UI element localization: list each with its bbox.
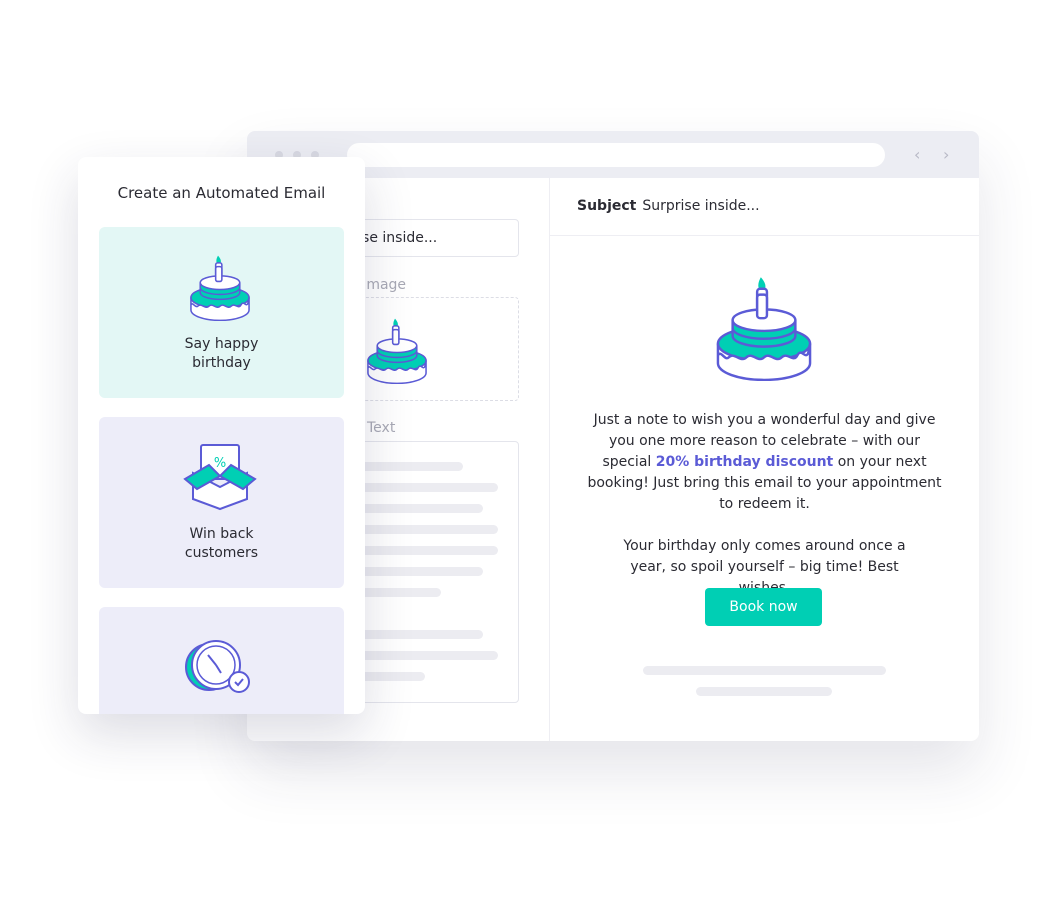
card-label: Win back: [189, 526, 254, 542]
subject-value: Surprise inside...: [642, 198, 760, 214]
panel-title: Create an Automated Email: [117, 184, 326, 202]
birthday-cake-icon: [189, 253, 251, 321]
subject-label: Subject: [577, 198, 637, 214]
forward-arrow-icon[interactable]: ›: [943, 145, 949, 164]
card-say-happy-birthday[interactable]: Say happy birthday: [99, 227, 344, 398]
birthday-cake-icon: [715, 273, 813, 381]
card-label: Say happy: [184, 336, 259, 352]
placeholder-line: [643, 666, 886, 675]
placeholder-line: [696, 687, 832, 696]
card-reminder[interactable]: [99, 607, 344, 714]
card-label: customers: [184, 545, 259, 561]
text-label: Text: [367, 420, 396, 436]
discount-box-icon: %: [183, 444, 257, 511]
card-label: birthday: [192, 355, 251, 371]
email-body: Just a note to wish you a wonderful day …: [550, 410, 979, 599]
automated-email-panel: Create an Automated Email Say happy birth…: [78, 157, 365, 714]
clock-check-icon: [185, 640, 250, 693]
address-bar[interactable]: [347, 143, 885, 167]
book-now-button[interactable]: Book now: [705, 588, 822, 626]
svg-text:%: %: [214, 456, 226, 471]
subject-row: Subject Surprise inside...: [550, 178, 979, 236]
back-arrow-icon[interactable]: ‹: [914, 145, 920, 164]
card-win-back-customers[interactable]: % Win back customers: [99, 417, 344, 588]
discount-highlight: 20% birthday discount: [655, 454, 834, 470]
birthday-cake-icon: [366, 316, 428, 384]
